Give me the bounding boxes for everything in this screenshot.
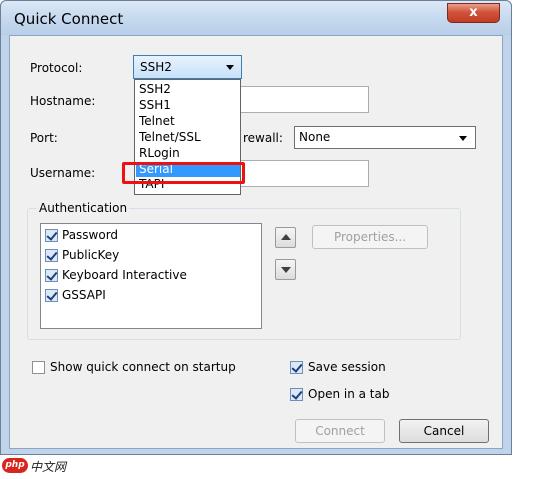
protocol-option[interactable]: Telnet/SSL: [139, 130, 201, 144]
protocol-option[interactable]: SSH2: [139, 82, 171, 96]
chevron-down-icon: [459, 136, 467, 141]
firewall-label: rewall:: [243, 131, 283, 145]
protocol-option[interactable]: Telnet: [139, 114, 175, 128]
move-up-button[interactable]: [275, 227, 296, 248]
save-session-label: Save session: [308, 360, 386, 374]
firewall-select-value: None: [299, 130, 331, 144]
port-label: Port:: [30, 131, 58, 145]
list-item-label: GSSAPI: [62, 288, 106, 302]
save-session-checkbox[interactable]: [290, 361, 303, 374]
annotation-highlight-box: [122, 162, 245, 184]
show-on-startup-label: Show quick connect on startup: [50, 360, 236, 374]
chevron-down-icon: [226, 65, 234, 70]
protocol-option[interactable]: RLogin: [139, 146, 180, 160]
open-in-tab-checkbox[interactable]: [290, 388, 303, 401]
firewall-select[interactable]: None: [294, 126, 476, 149]
move-down-button[interactable]: [275, 259, 296, 280]
hostname-field[interactable]: [240, 86, 369, 113]
arrow-up-icon: [281, 234, 291, 240]
keyboard-interactive-checkbox[interactable]: [45, 269, 58, 282]
show-on-startup-checkbox[interactable]: [32, 361, 45, 374]
username-label: Username:: [30, 166, 96, 180]
title-bar[interactable]: Quick Connect x: [1, 1, 511, 35]
protocol-label: Protocol:: [30, 61, 83, 75]
authentication-method-list: Password PublicKey Keyboard Interactive …: [40, 223, 262, 329]
cancel-button[interactable]: Cancel: [399, 419, 489, 443]
username-field[interactable]: [240, 160, 369, 187]
authentication-legend: Authentication: [37, 201, 130, 215]
list-item-label: Password: [62, 228, 119, 242]
protocol-select-value: SSH2: [140, 60, 172, 74]
properties-button[interactable]: Properties...: [312, 225, 428, 249]
open-in-tab-label: Open in a tab: [308, 387, 390, 401]
close-icon: x: [469, 5, 478, 20]
close-button[interactable]: x: [447, 3, 500, 23]
window-title: Quick Connect: [14, 10, 124, 28]
watermark-logo: php: [2, 458, 28, 473]
protocol-select[interactable]: SSH2: [133, 55, 242, 79]
protocol-option[interactable]: SSH1: [139, 98, 171, 112]
hostname-label: Hostname:: [30, 94, 96, 108]
watermark-text: 中文网: [30, 460, 67, 474]
list-item-label: Keyboard Interactive: [62, 268, 187, 282]
gssapi-checkbox[interactable]: [45, 289, 58, 302]
password-checkbox[interactable]: [45, 229, 58, 242]
publickey-checkbox[interactable]: [45, 249, 58, 262]
list-item-label: PublicKey: [62, 248, 120, 262]
arrow-down-icon: [281, 267, 291, 273]
connect-button[interactable]: Connect: [295, 419, 385, 443]
